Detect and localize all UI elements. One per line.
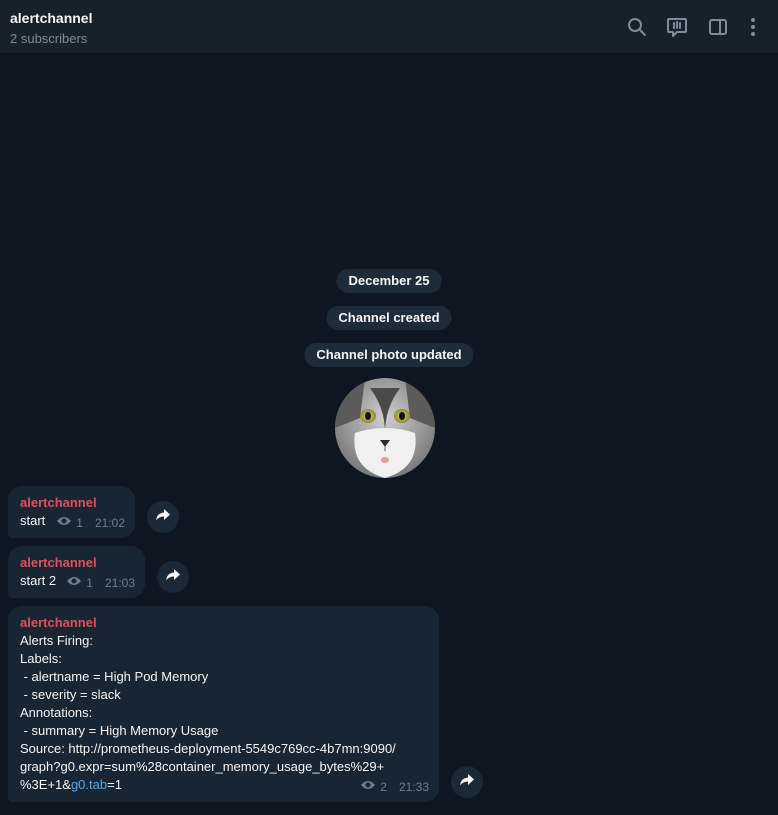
sidebar-toggle-icon [708, 17, 728, 37]
message-time: 21:02 [94, 515, 125, 530]
channel-photo[interactable] [335, 378, 435, 478]
views-count: 1 [86, 575, 93, 590]
share-button[interactable] [451, 766, 483, 798]
message-meta: 1 21:02 [56, 515, 125, 530]
message-meta: 2 21:33 [360, 779, 429, 794]
chat-header: alertchannel 2 subscribers [0, 0, 778, 54]
subscriber-count: 2 subscribers [10, 31, 88, 46]
message-bubble[interactable]: alertchannel start 1 21:02 [8, 486, 135, 538]
sidebar-toggle-button[interactable] [705, 14, 731, 40]
message-line: graph?g0.expr=sum%28container_memory_usa… [20, 759, 385, 774]
message-time: 21:33 [398, 779, 429, 794]
message-sender[interactable]: alertchannel [20, 554, 133, 572]
views-icon [66, 575, 82, 590]
views-count: 2 [380, 779, 387, 794]
live-stream-button[interactable] [664, 14, 690, 40]
message-sender[interactable]: alertchannel [20, 494, 123, 512]
channel-title[interactable]: alertchannel [10, 10, 92, 26]
share-arrow-icon [165, 568, 181, 587]
message-line: Source: http://prometheus-deployment-554… [20, 741, 396, 756]
message-line: Labels: [20, 651, 62, 666]
message-line: - summary = High Memory Usage [20, 723, 219, 738]
share-button[interactable] [147, 501, 179, 533]
message-time: 21:03 [104, 575, 135, 590]
share-button[interactable] [157, 561, 189, 593]
more-button[interactable] [740, 14, 766, 40]
service-message-created: Channel created [326, 306, 452, 330]
message-bubble[interactable]: alertchannel start 2 1 21:03 [8, 546, 145, 598]
message-meta: 1 21:03 [66, 575, 135, 590]
message-line-suffix: =1 [107, 777, 122, 792]
message-line: Annotations: [20, 705, 93, 720]
views-icon [360, 779, 376, 794]
message-line: - alertname = High Pod Memory [20, 669, 209, 684]
chat-window: alertchannel 2 subscribers December 25 C… [0, 0, 778, 815]
search-button[interactable] [624, 14, 650, 40]
more-vert-icon [750, 17, 756, 37]
date-separator: December 25 [336, 269, 442, 293]
share-arrow-icon [155, 508, 171, 527]
message-sender[interactable]: alertchannel [20, 614, 427, 632]
message-line: - severity = slack [20, 687, 121, 702]
message-bubble[interactable]: alertchannel Alerts Firing: Labels: - al… [8, 606, 439, 802]
service-message-photo-updated: Channel photo updated [304, 343, 474, 367]
message-link[interactable]: g0.tab [71, 777, 107, 792]
message-line: Alerts Firing: [20, 633, 93, 648]
live-stream-icon [666, 16, 688, 38]
share-arrow-icon [459, 773, 475, 792]
views-count: 1 [76, 515, 83, 530]
views-icon [56, 515, 72, 530]
search-icon [627, 17, 647, 37]
message-line-prefix: %3E+1& [20, 777, 71, 792]
